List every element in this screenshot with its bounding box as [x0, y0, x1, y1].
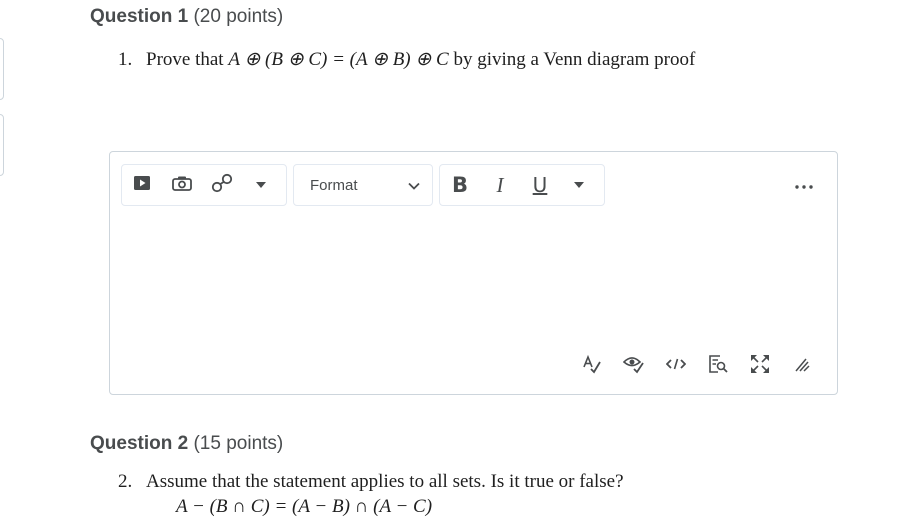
- accessibility-check-button[interactable]: [613, 352, 655, 380]
- question-1-title: Question 1: [90, 6, 189, 27]
- source-code-button[interactable]: [655, 352, 697, 380]
- spellcheck-icon: [582, 354, 602, 379]
- text-style-toolbar-group: B I U: [439, 164, 605, 206]
- editor-bottom-toolbar: [571, 352, 823, 380]
- format-label: Format: [310, 176, 358, 194]
- preview-button[interactable]: [697, 352, 739, 380]
- accessibility-check-icon: [622, 354, 645, 379]
- italic-button[interactable]: I: [480, 165, 520, 205]
- question-2-number: 2.: [118, 471, 133, 492]
- question-2-prompt: 2. Assume that the statement applies to a…: [118, 471, 624, 493]
- question-1-heading: Question 1 (20 points): [90, 6, 283, 28]
- insert-toolbar-group: [121, 164, 287, 206]
- insert-video-icon: [133, 175, 151, 196]
- resize-grip-icon: [794, 356, 810, 377]
- preview-icon: [708, 354, 728, 379]
- question-1-prompt: 1. Prove that A ⊕ (B ⊕ C) = (A ⊕ B) ⊕ C b…: [118, 48, 695, 71]
- editor-content-area[interactable]: [121, 212, 826, 342]
- more-icon: [795, 176, 813, 194]
- question-2-text: Assume that the statement applies to all…: [146, 471, 624, 492]
- fullscreen-icon: [750, 354, 770, 379]
- bold-button[interactable]: B: [440, 165, 480, 205]
- insert-image-button[interactable]: [162, 165, 202, 205]
- more-actions-button[interactable]: [790, 174, 818, 196]
- underline-button[interactable]: U: [520, 165, 560, 205]
- chevron-down-icon: [408, 177, 420, 194]
- format-dropdown[interactable]: Format: [294, 165, 432, 205]
- question-1-text-suffix: by giving a Venn diagram proof: [448, 49, 696, 70]
- camera-icon: [172, 175, 192, 196]
- insert-link-button[interactable]: [202, 165, 242, 205]
- question-2-points: (15 points): [193, 433, 284, 454]
- link-icon: [211, 173, 233, 198]
- question-nav-tab-2[interactable]: [0, 114, 4, 176]
- question-1-number: 1.: [118, 49, 133, 70]
- insert-stuff-button[interactable]: [122, 165, 162, 205]
- answer-editor[interactable]: Format B I U: [109, 151, 838, 395]
- insert-more-dropdown[interactable]: [242, 165, 280, 205]
- question-1-formula: A ⊕ (B ⊕ C) = (A ⊕ B) ⊕ C: [228, 49, 449, 70]
- question-1-text-prefix: Prove that: [146, 49, 229, 70]
- question-2-title: Question 2: [90, 433, 189, 454]
- caret-down-icon: [573, 176, 585, 194]
- resize-grip[interactable]: [781, 352, 823, 380]
- question-2-formula: A − (B ∩ C) = (A − B) ∩ (A − C): [176, 496, 433, 517]
- question-nav-tab-1[interactable]: [0, 38, 4, 100]
- text-style-more-dropdown[interactable]: [560, 165, 598, 205]
- format-toolbar-group: Format: [293, 164, 433, 206]
- source-code-icon: [665, 357, 687, 376]
- fullscreen-button[interactable]: [739, 352, 781, 380]
- caret-down-icon: [255, 176, 267, 194]
- question-1-points: (20 points): [193, 6, 284, 27]
- spellcheck-button[interactable]: [571, 352, 613, 380]
- question-2-heading: Question 2 (15 points): [90, 433, 283, 455]
